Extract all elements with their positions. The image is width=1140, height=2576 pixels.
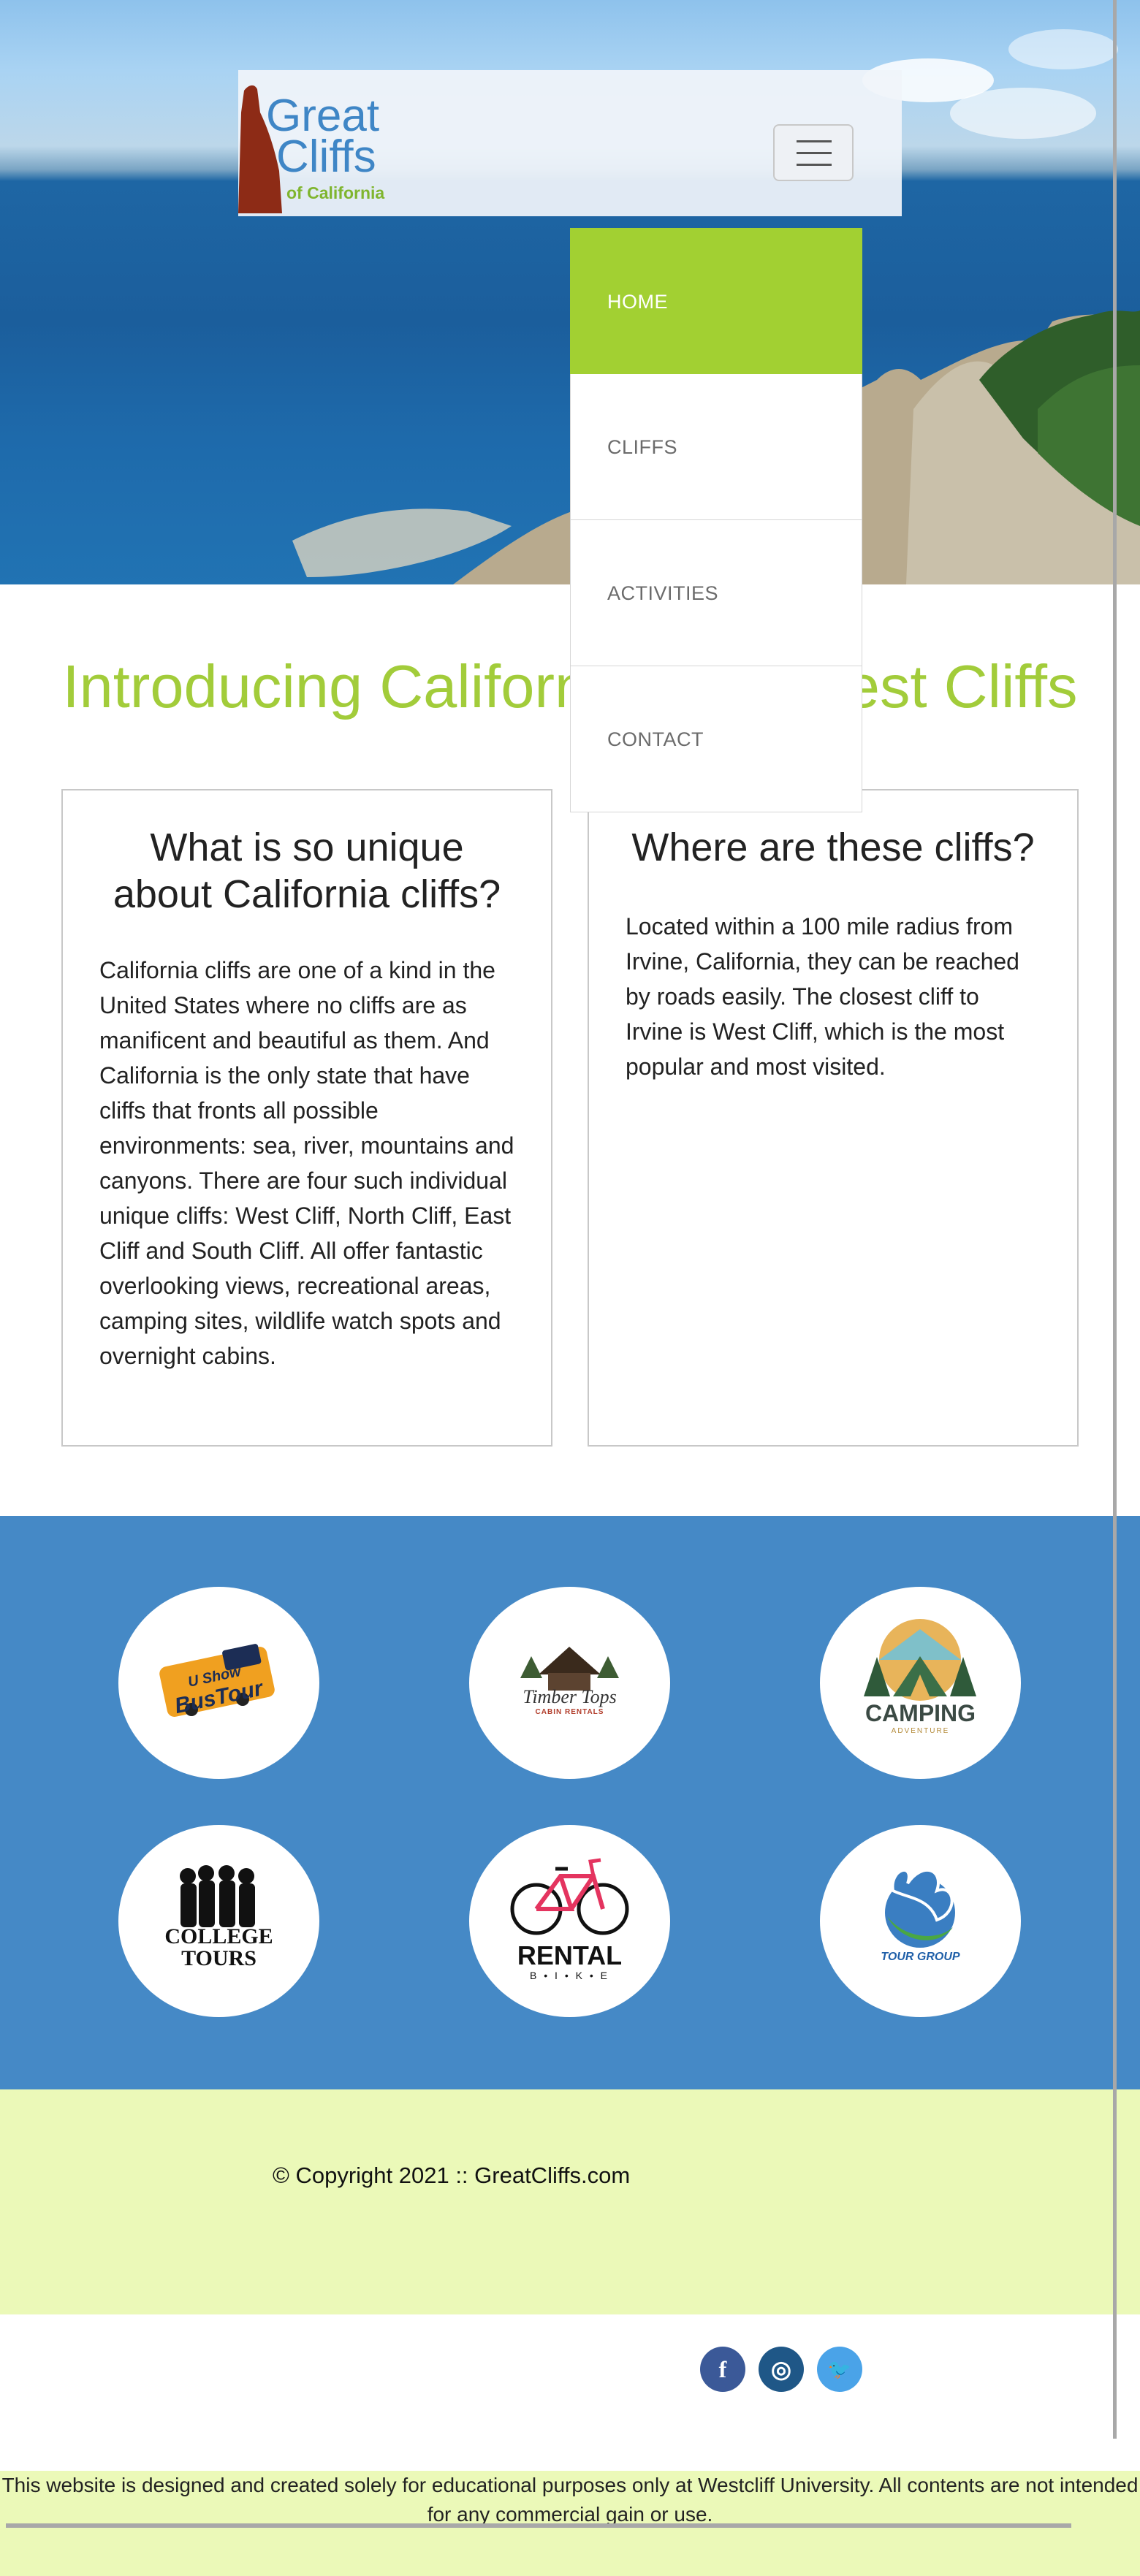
partner-name: ADVENTURE [891, 1727, 950, 1735]
horizontal-scrollbar[interactable] [6, 2523, 1071, 2528]
partner-logo-college-tours[interactable]: COLLEGE TOURS [118, 1825, 319, 2017]
copyright-text: © Copyright 2021 :: GreatCliffs.com [273, 2162, 631, 2188]
logo-text-cliffs[interactable]: Cliffs [276, 134, 376, 180]
partner-name: TOURS [181, 1946, 256, 1970]
partners-section: U Show BusTour Timber Tops CABIN RENTALS… [0, 1516, 1140, 2089]
nav-dropdown-menu: HOME CLIFFS ACTIVITIES CONTACT [570, 228, 862, 812]
hamburger-menu-icon [797, 140, 832, 142]
partner-name: B • I • K • E [530, 1970, 609, 1981]
vertical-scrollbar[interactable] [1113, 0, 1117, 2439]
bicycle-logo-icon [510, 1858, 629, 1935]
hamburger-menu-icon [797, 152, 832, 154]
site-header: Great Cliffs of California [238, 70, 902, 216]
info-card-unique: What is so unique about California cliff… [61, 789, 552, 1447]
nav-item-cliffs[interactable]: CLIFFS [570, 374, 862, 520]
partner-logo-bus-tour[interactable]: U Show BusTour [118, 1587, 319, 1779]
logo-text-subtitle[interactable]: of California [286, 183, 384, 203]
instagram-icon[interactable]: ◎ [759, 2347, 804, 2392]
facebook-icon[interactable]: f [700, 2347, 745, 2392]
partner-name: TOUR GROUP [881, 1951, 960, 1963]
partner-name: CAMPING [864, 1700, 976, 1726]
card-heading: What is so unique about California cliff… [113, 826, 501, 916]
partner-name: COLLEGE [164, 1924, 273, 1948]
college-tours-logo-icon [180, 1865, 255, 1927]
nav-item-home[interactable]: HOME [570, 228, 862, 374]
partner-name: RENTAL [517, 1940, 623, 1970]
hamburger-menu-button[interactable] [773, 124, 854, 181]
partner-logo-camping[interactable]: CAMPING ADVENTURE [820, 1587, 1021, 1779]
card-heading: Where are these cliffs? [631, 826, 1035, 869]
disclaimer-text: This website is designed and created sol… [1, 2474, 1139, 2526]
info-card-location: Where are these cliffs? Located within a… [588, 789, 1079, 1447]
partner-logo-rental-bike[interactable]: RENTAL B • I • K • E [469, 1825, 670, 2017]
nav-item-activities[interactable]: ACTIVITIES [570, 520, 862, 666]
card-body: California cliffs are one of a kind in t… [99, 957, 514, 1369]
partner-logo-timber-tops[interactable]: Timber Tops CABIN RENTALS [469, 1587, 670, 1779]
camping-tent-logo-icon [864, 1619, 976, 1701]
hamburger-menu-icon [797, 164, 832, 166]
footer-section [0, 2089, 1140, 2314]
card-body: Located within a 100 mile radius from Ir… [626, 913, 1019, 1080]
partner-name: CABIN RENTALS [535, 1708, 604, 1716]
tour-group-logo-icon [885, 1868, 955, 1948]
nav-item-contact[interactable]: CONTACT [570, 666, 862, 812]
cabin-logo-icon [520, 1647, 619, 1691]
partner-logo-tour-group[interactable]: TOUR GROUP [820, 1825, 1021, 2017]
partner-name: Timber Tops [522, 1686, 617, 1707]
twitter-icon[interactable]: 🐦 [817, 2347, 862, 2392]
